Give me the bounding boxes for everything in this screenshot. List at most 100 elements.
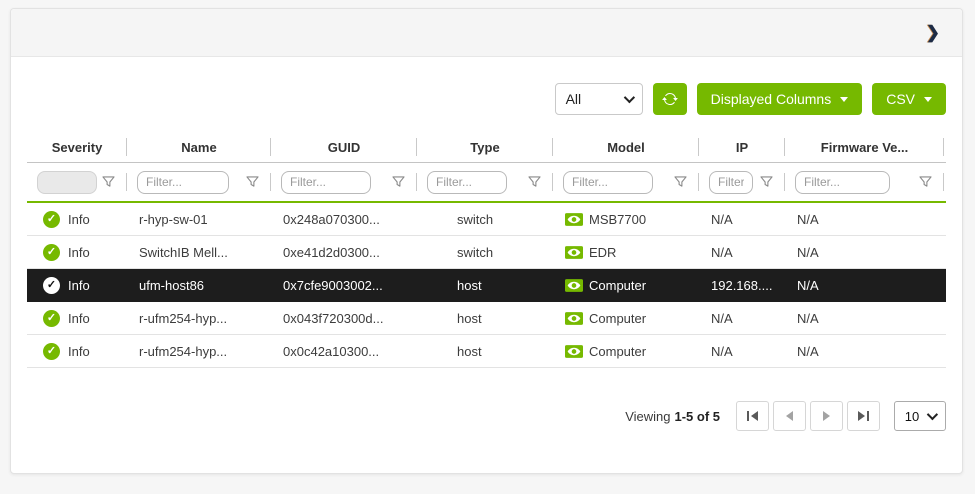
model-label: MSB7700 bbox=[589, 212, 646, 227]
chevron-down-icon bbox=[623, 92, 634, 103]
firmware-filter-input[interactable] bbox=[795, 171, 890, 194]
name-filter-input[interactable] bbox=[137, 171, 229, 194]
ip-cell: N/A bbox=[699, 236, 785, 268]
type-cell: host bbox=[417, 269, 553, 301]
model-filter-input[interactable] bbox=[563, 171, 653, 194]
model-label: Computer bbox=[589, 278, 646, 293]
column-header-ip[interactable]: IP bbox=[699, 140, 785, 155]
ok-check-icon: ✓ bbox=[43, 343, 60, 360]
severity-cell: ✓ Info bbox=[27, 302, 127, 334]
table-row[interactable]: ✓ Info r-hyp-sw-01 0x248a070300... switc… bbox=[27, 203, 946, 236]
page-size-value: 10 bbox=[905, 409, 919, 424]
severity-filter-input bbox=[37, 171, 97, 194]
csv-export-button[interactable]: CSV bbox=[872, 83, 946, 115]
firmware-cell: N/A bbox=[785, 302, 944, 334]
table-row[interactable]: ✓ Info r-ufm254-hyp... 0x0c42a10300... h… bbox=[27, 335, 946, 368]
guid-cell: 0x043f720300d... bbox=[271, 302, 417, 334]
chevron-down-icon bbox=[927, 409, 938, 420]
type-cell: switch bbox=[417, 236, 553, 268]
column-header-severity[interactable]: Severity bbox=[27, 140, 127, 155]
name-cell: r-ufm254-hyp... bbox=[127, 335, 271, 367]
next-page-button[interactable] bbox=[810, 401, 843, 431]
type-cell: host bbox=[417, 335, 553, 367]
devices-panel: ❯ All Displayed Columns CSV bbox=[10, 8, 963, 474]
refresh-button[interactable] bbox=[653, 83, 687, 115]
model-cell: Computer bbox=[553, 335, 699, 367]
model-cell: Computer bbox=[553, 269, 699, 301]
ok-check-icon: ✓ bbox=[43, 277, 60, 294]
type-cell: host bbox=[417, 302, 553, 334]
column-header-firmware[interactable]: Firmware Ve... bbox=[785, 140, 944, 155]
table-row-selected[interactable]: ✓ Info ufm-host86 0x7cfe9003002... host … bbox=[27, 269, 946, 302]
ip-filter-input[interactable] bbox=[709, 171, 753, 194]
funnel-filter-icon[interactable] bbox=[246, 176, 259, 188]
guid-cell: 0xe41d2d0300... bbox=[271, 236, 417, 268]
previous-page-icon bbox=[785, 411, 794, 421]
type-filter-input[interactable] bbox=[427, 171, 507, 194]
page-size-select[interactable]: 10 bbox=[894, 401, 946, 431]
devices-table-body: ✓ Info r-hyp-sw-01 0x248a070300... switc… bbox=[27, 203, 946, 368]
column-header-name[interactable]: Name bbox=[127, 140, 271, 155]
displayed-columns-button[interactable]: Displayed Columns bbox=[697, 83, 863, 115]
guid-filter-input[interactable] bbox=[281, 171, 371, 194]
name-filter-cell bbox=[127, 163, 271, 201]
first-page-icon bbox=[746, 410, 759, 422]
previous-page-button[interactable] bbox=[773, 401, 806, 431]
name-cell: SwitchIB Mell... bbox=[127, 236, 271, 268]
model-cell: MSB7700 bbox=[553, 203, 699, 235]
nvidia-logo-icon bbox=[565, 312, 583, 325]
column-header-type[interactable]: Type bbox=[417, 140, 553, 155]
name-cell: ufm-host86 bbox=[127, 269, 271, 301]
viewing-summary: Viewing1-5 of 5 bbox=[625, 409, 720, 424]
ip-filter-cell bbox=[699, 163, 785, 201]
caret-down-icon bbox=[924, 97, 932, 102]
ip-cell: N/A bbox=[699, 203, 785, 235]
refresh-icon bbox=[662, 91, 678, 107]
model-cell: Computer bbox=[553, 302, 699, 334]
model-label: EDR bbox=[589, 245, 616, 260]
severity-label: Info bbox=[68, 212, 90, 227]
last-page-button[interactable] bbox=[847, 401, 880, 431]
table-filter-row bbox=[27, 163, 946, 201]
severity-filter-cell bbox=[27, 163, 127, 201]
table-row[interactable]: ✓ Info SwitchIB Mell... 0xe41d2d0300... … bbox=[27, 236, 946, 269]
guid-cell: 0x248a070300... bbox=[271, 203, 417, 235]
severity-label: Info bbox=[68, 278, 90, 293]
funnel-filter-icon[interactable] bbox=[674, 176, 687, 188]
column-header-guid[interactable]: GUID bbox=[271, 140, 417, 155]
model-label: Computer bbox=[589, 311, 646, 326]
table-header-row: Severity Name GUID Type Model IP Firmwar… bbox=[27, 132, 946, 162]
funnel-filter-icon[interactable] bbox=[760, 176, 773, 188]
ok-check-icon: ✓ bbox=[43, 244, 60, 261]
severity-cell: ✓ Info bbox=[27, 203, 127, 235]
severity-filter-select[interactable]: All bbox=[555, 83, 643, 115]
ip-cell: 192.168.... bbox=[699, 269, 785, 301]
table-row[interactable]: ✓ Info r-ufm254-hyp... 0x043f720300d... … bbox=[27, 302, 946, 335]
ip-cell: N/A bbox=[699, 335, 785, 367]
severity-cell: ✓ Info bbox=[27, 236, 127, 268]
funnel-filter-icon[interactable] bbox=[102, 176, 115, 188]
table-toolbar: All Displayed Columns CSV bbox=[27, 83, 946, 115]
nvidia-logo-icon bbox=[565, 213, 583, 226]
name-cell: r-hyp-sw-01 bbox=[127, 203, 271, 235]
first-page-button[interactable] bbox=[736, 401, 769, 431]
severity-cell: ✓ Info bbox=[27, 269, 127, 301]
nvidia-logo-icon bbox=[565, 345, 583, 358]
guid-cell: 0x7cfe9003002... bbox=[271, 269, 417, 301]
panel-header: ❯ bbox=[11, 9, 962, 57]
csv-label: CSV bbox=[886, 91, 915, 107]
column-header-model[interactable]: Model bbox=[553, 140, 699, 155]
guid-filter-cell bbox=[271, 163, 417, 201]
collapse-panel-chevron-icon[interactable]: ❯ bbox=[926, 24, 940, 41]
funnel-filter-icon[interactable] bbox=[919, 176, 932, 188]
funnel-filter-icon[interactable] bbox=[528, 176, 541, 188]
caret-down-icon bbox=[840, 97, 848, 102]
panel-content: All Displayed Columns CSV bbox=[11, 83, 962, 431]
severity-filter-select-value: All bbox=[566, 91, 582, 107]
funnel-filter-icon[interactable] bbox=[392, 176, 405, 188]
viewing-range: 1-5 of 5 bbox=[674, 409, 720, 424]
severity-label: Info bbox=[68, 311, 90, 326]
severity-label: Info bbox=[68, 344, 90, 359]
displayed-columns-label: Displayed Columns bbox=[711, 91, 832, 107]
firmware-cell: N/A bbox=[785, 203, 944, 235]
